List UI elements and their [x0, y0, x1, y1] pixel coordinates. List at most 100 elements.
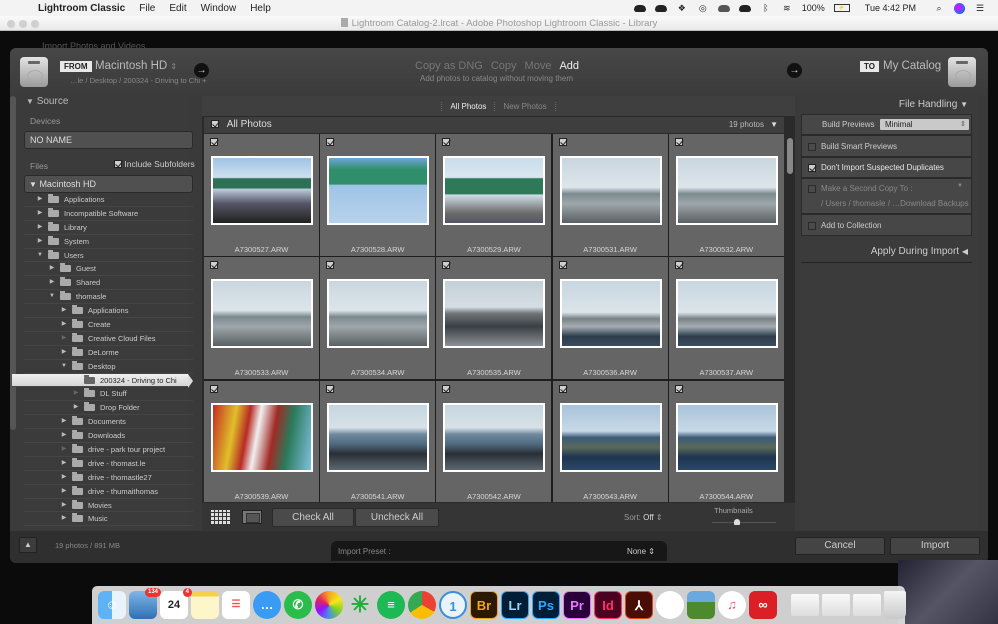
photo-cell[interactable]: A7300542.ARW — [436, 380, 552, 502]
folder-tree-item[interactable]: ▶ Library — [24, 221, 193, 235]
trash-icon[interactable] — [884, 591, 906, 619]
folder-tree-item[interactable]: ▶ Music — [24, 512, 193, 527]
check-all-button[interactable]: Check All — [272, 508, 354, 527]
photo-thumbnail[interactable] — [559, 402, 662, 472]
photo-checkbox[interactable] — [210, 138, 218, 146]
include-subfolders-toggle[interactable]: Include Subfolders — [114, 159, 195, 169]
disclosure-collapsed-icon[interactable]: ▶ — [36, 207, 44, 220]
apply-during-import-header[interactable]: Apply During Import ◀ — [871, 246, 968, 257]
build-previews-select[interactable]: Minimal — [880, 119, 969, 130]
photo-thumbnail[interactable] — [211, 402, 313, 472]
photo-cell[interactable]: A7300537.ARW — [668, 257, 784, 380]
add-to-collection-checkbox[interactable] — [808, 222, 816, 230]
photo-checkbox[interactable] — [442, 138, 451, 146]
photo-checkbox[interactable] — [558, 138, 567, 146]
disclosure-expanded-icon[interactable]: ▼ — [48, 290, 56, 303]
include-subfolders-checkbox[interactable] — [114, 160, 122, 168]
add-to-collection-row[interactable]: Add to Collection — [801, 214, 972, 236]
disclosure-collapsed-icon[interactable]: ▶ — [36, 235, 44, 248]
tab-all-photos[interactable]: All Photos — [441, 101, 494, 111]
photo-thumbnail[interactable] — [675, 279, 778, 349]
photo-checkbox[interactable] — [442, 384, 451, 393]
photo-thumbnail[interactable] — [327, 156, 430, 225]
tab-new-photos[interactable]: New Photos — [494, 101, 556, 111]
lightroom-icon[interactable]: Lr — [501, 591, 529, 619]
finder-icon[interactable]: ☺ — [98, 591, 126, 619]
wifi-icon[interactable]: ≋ — [781, 3, 793, 13]
thumbnail-size-slider[interactable] — [712, 519, 776, 525]
mode-add[interactable]: Add — [559, 60, 579, 72]
photos-icon[interactable] — [315, 591, 343, 619]
folder-tree-item[interactable]: ▶ Drop Folder — [24, 401, 193, 416]
menu-help[interactable]: Help — [250, 3, 271, 14]
photo-cell[interactable]: A7300544.ARW — [668, 380, 784, 502]
file-handling-header[interactable]: File Handling ▼ — [899, 99, 968, 110]
photo-thumbnail[interactable] — [559, 156, 662, 225]
folder-tree-item[interactable]: ▶ drive - thumaithomas — [24, 485, 193, 499]
creative-cloud-status-icon[interactable]: ◎ — [697, 3, 709, 13]
recent-window-2[interactable] — [822, 594, 850, 616]
photo-thumbnail[interactable] — [675, 156, 778, 225]
recent-window-3[interactable] — [853, 594, 881, 616]
second-copy-checkbox[interactable] — [808, 185, 816, 193]
dropbox-icon[interactable]: ❖ — [676, 3, 688, 13]
disclosure-collapsed-icon[interactable]: ▶ — [36, 193, 44, 206]
photo-cell[interactable]: A7300541.ARW — [320, 380, 436, 502]
onedrive-icon[interactable] — [717, 4, 730, 12]
photo-checkbox[interactable] — [210, 261, 218, 270]
photo-thumbnail[interactable] — [211, 279, 313, 349]
photo-thumbnail[interactable] — [327, 279, 430, 349]
build-smart-previews-checkbox[interactable] — [808, 143, 816, 151]
photo-thumbnail[interactable] — [443, 402, 546, 472]
build-smart-previews-row[interactable]: Build Smart Previews — [801, 135, 972, 157]
photo-cell[interactable]: A7300528.ARW — [320, 134, 436, 256]
folder-tree-item[interactable]: ▶ System — [24, 235, 193, 249]
asterisk-icon[interactable]: ✳ — [346, 591, 374, 619]
messages-icon[interactable]: … — [253, 591, 281, 619]
close-window-button[interactable] — [7, 20, 15, 28]
photo-checkbox[interactable] — [558, 261, 567, 270]
group-checkbox[interactable] — [211, 120, 219, 128]
disclosure-collapsed-icon[interactable]: ▶ — [60, 457, 68, 470]
import-preset-selector[interactable]: Import Preset : None ⇕ — [331, 541, 667, 561]
volume-macintosh-hd[interactable]: ▼ Macintosh HD — [24, 175, 193, 193]
acrobat-icon[interactable]: ⅄ — [625, 591, 653, 619]
collapse-group-icon[interactable]: ▼ — [770, 117, 778, 133]
disclosure-collapsed-icon[interactable]: ▶ — [60, 346, 68, 359]
device-no-name[interactable]: NO NAME — [24, 131, 193, 149]
photo-checkbox[interactable] — [326, 261, 335, 270]
source-panel-header[interactable]: ▼ Source — [26, 96, 68, 107]
mode-move[interactable]: Move — [525, 60, 552, 72]
disclosure-collapsed-icon[interactable]: ▶ — [36, 221, 44, 234]
photo-checkbox[interactable] — [674, 261, 683, 270]
preview-icon[interactable] — [687, 591, 715, 619]
whatsapp-icon[interactable]: ✆ — [284, 591, 312, 619]
disclosure-collapsed-icon[interactable]: ▶ — [60, 318, 68, 331]
second-copy-row[interactable]: Make a Second Copy To : ▼ / Users / thom… — [801, 178, 972, 214]
photo-thumbnail[interactable] — [443, 156, 546, 225]
photo-cell[interactable]: A7300536.ARW — [552, 257, 668, 380]
dont-import-duplicates-row[interactable]: Don't Import Suspected Duplicates — [801, 157, 972, 178]
import-button[interactable]: Import — [890, 537, 980, 555]
spotify-icon[interactable]: ≡ — [377, 591, 405, 619]
folder-tree-item[interactable]: 200324 - Driving to Chi — [12, 373, 193, 388]
mode-copy-as-dng[interactable]: Copy as DNG — [415, 60, 483, 72]
photo-checkbox[interactable] — [674, 384, 683, 393]
disclosure-expanded-icon[interactable]: ▼ — [36, 249, 44, 262]
folder-tree-item[interactable]: ▶ Guest — [24, 262, 193, 277]
menu-edit[interactable]: Edit — [169, 3, 186, 14]
cloud-upload-icon[interactable] — [654, 4, 667, 12]
thumbnail-size-slider-knob[interactable] — [734, 519, 740, 525]
cloud-upload-icon[interactable] — [633, 4, 646, 12]
creative-cloud-icon[interactable]: ∞ — [749, 591, 777, 619]
folder-tree-item[interactable]: ▼ Users — [24, 249, 193, 263]
disclosure-collapsed-icon[interactable]: ▶ — [72, 387, 80, 400]
photo-cell[interactable]: A7300533.ARW — [204, 257, 319, 380]
dropdown-arrow-icon[interactable]: ▼ — [957, 183, 963, 189]
collapse-dialog-button[interactable]: ▲ — [19, 537, 37, 553]
folder-tree-item[interactable]: ▶ Movies — [24, 499, 193, 513]
menu-window[interactable]: Window — [201, 3, 237, 14]
grid-scrollbar[interactable] — [786, 134, 794, 502]
folder-tree-item[interactable]: ▶ Applications — [24, 304, 193, 319]
reminders-icon[interactable]: ☰ — [222, 591, 250, 619]
